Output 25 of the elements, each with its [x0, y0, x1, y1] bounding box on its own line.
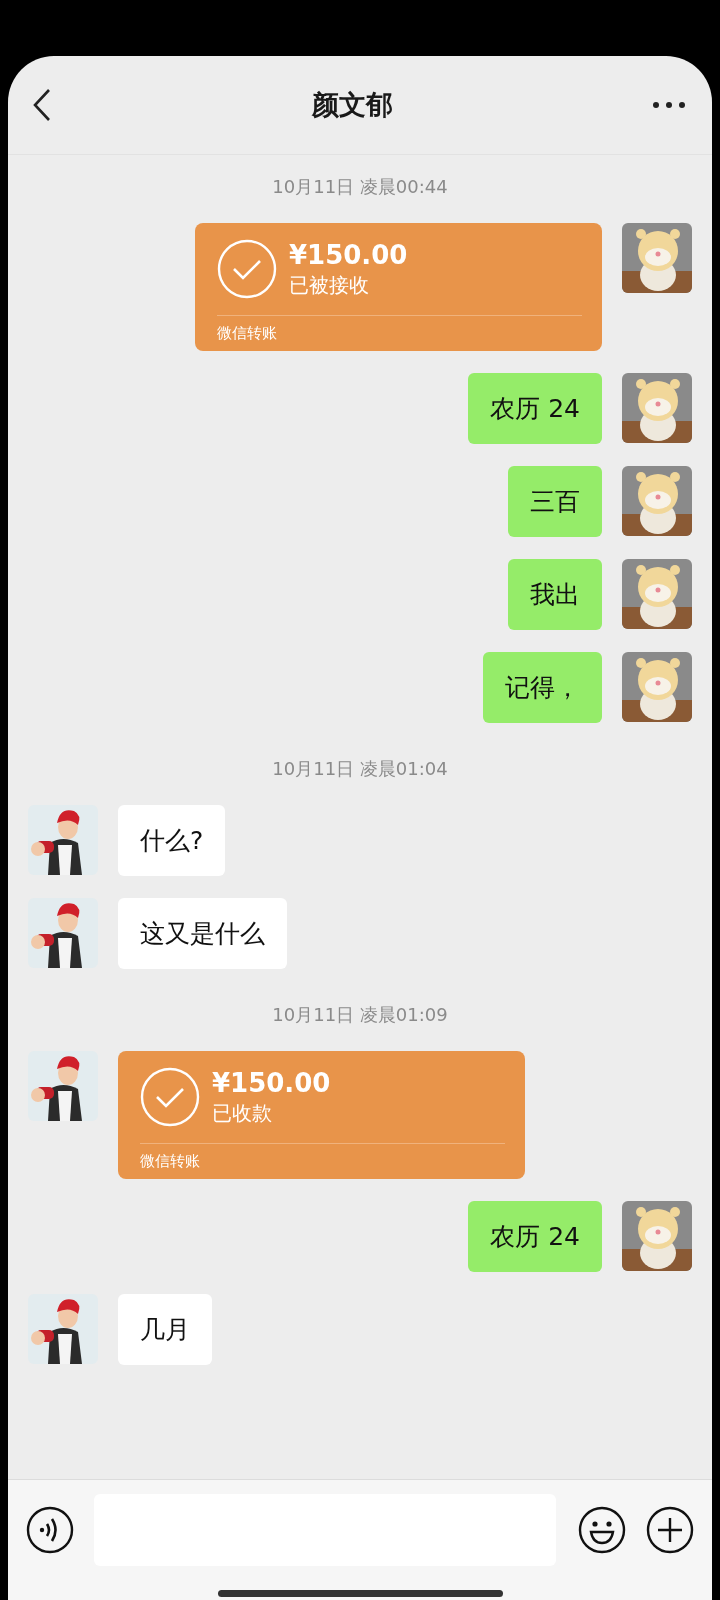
message-bubble[interactable]: 我出 [508, 559, 602, 630]
message-bubble[interactable]: 什么? [118, 805, 226, 876]
timestamp: 10月11日 凌晨01:09 [272, 1003, 448, 1027]
plus-icon[interactable] [646, 1506, 694, 1554]
transfer-label: 微信转账 [217, 323, 278, 343]
message-bubble[interactable]: 几月 [118, 1294, 212, 1365]
transfer-status: 已被接收 [289, 271, 370, 299]
more-icon[interactable] [652, 101, 686, 109]
message-bubble[interactable]: 三百 [508, 466, 602, 537]
message-bubble[interactable]: 记得， [483, 652, 602, 723]
timestamp: 10月11日 凌晨01:04 [272, 757, 448, 781]
back-icon[interactable] [32, 88, 52, 122]
emoji-icon[interactable] [578, 1506, 626, 1554]
message-bubble[interactable]: 农历 24 [468, 373, 602, 444]
message-bubble[interactable]: 这又是什么 [118, 898, 287, 969]
transfer-amount: ¥150.00 [289, 239, 408, 270]
check-icon [217, 239, 277, 299]
voice-icon[interactable] [26, 1506, 74, 1554]
check-icon [140, 1067, 200, 1127]
transfer-amount: ¥150.00 [212, 1067, 331, 1098]
transfer-label: 微信转账 [140, 1151, 201, 1171]
timestamp: 10月11日 凌晨00:44 [272, 175, 448, 199]
transfer-status: 已收款 [212, 1099, 273, 1127]
message-bubble[interactable]: 农历 24 [468, 1201, 602, 1272]
chat-title: 颜文郁 [311, 88, 393, 122]
